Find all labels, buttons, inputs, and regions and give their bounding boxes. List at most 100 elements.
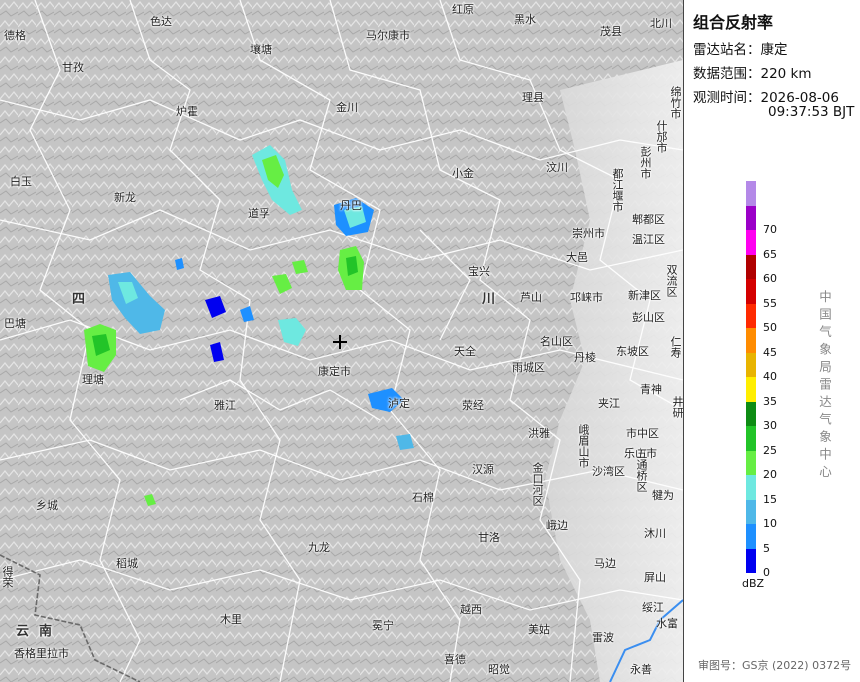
legend-swatch [746, 401, 756, 426]
info-panel: 组合反射率 雷达站名：康定 数据范围：220 km 观测时间：2026-08-0… [683, 0, 860, 682]
place-label: 峨眉山市 [577, 424, 590, 468]
place-label: 雷波 [592, 631, 614, 644]
place-label: 丹巴 [340, 199, 362, 212]
legend-tick: 45 [763, 345, 777, 359]
place-label: 木里 [220, 613, 242, 626]
place-label: 青神 [640, 383, 662, 396]
place-label: 巴塘 [4, 317, 26, 330]
place-label: 彭山区 [632, 311, 665, 324]
place-label: 双流区 [665, 264, 678, 297]
place-label: 沐川 [644, 527, 666, 540]
organization-label: 中国气象局雷达气象中心 [817, 290, 832, 483]
place-label: 九龙 [308, 541, 330, 554]
place-label: 康定市 [318, 365, 351, 378]
province-label: 云南 [16, 624, 63, 639]
legend-tick: 60 [763, 272, 777, 285]
legend-swatch [746, 205, 756, 230]
place-label: 邛崃市 [570, 291, 603, 304]
place-label: 天全 [454, 345, 476, 358]
place-label: 道孚 [248, 207, 270, 220]
radar-station-marker [333, 335, 347, 349]
place-label: 汶川 [546, 161, 568, 174]
place-label: 壤塘 [250, 43, 272, 56]
place-label: 犍为 [652, 489, 674, 502]
place-label: 金口河区 [531, 462, 544, 506]
place-label: 乡城 [36, 499, 58, 512]
legend-tick: 55 [763, 296, 777, 310]
legend-swatch [746, 450, 756, 475]
place-label: 小金 [452, 167, 474, 180]
legend-swatch [746, 254, 756, 279]
place-label: 绥江 [642, 601, 664, 614]
legend-unit: dBZ [742, 577, 765, 590]
place-label: 崇州市 [572, 227, 605, 240]
place-label: 得荣 [1, 566, 14, 588]
place-label: 理县 [522, 91, 544, 104]
station-value: 康定 [760, 42, 788, 58]
place-label: 美姑 [528, 623, 550, 636]
legend-tick: 25 [763, 443, 777, 457]
place-label: 五通桥区 [635, 448, 648, 492]
range-row: 数据范围：220 km [693, 62, 812, 82]
legend-tick: 5 [763, 541, 770, 555]
legend-tick: 30 [763, 419, 777, 432]
place-label: 北川 [650, 17, 672, 30]
legend-swatch [746, 230, 756, 255]
place-label: 甘洛 [478, 531, 500, 544]
place-label: 芦山 [520, 291, 542, 304]
place-label: 理塘 [82, 373, 104, 386]
legend-swatch [746, 279, 756, 304]
place-label: 炉霍 [176, 105, 198, 118]
place-label: 喜德 [444, 653, 466, 666]
place-label: 雅江 [214, 399, 236, 412]
place-label: 马尔康市 [366, 29, 410, 42]
legend-swatch [746, 328, 756, 353]
province-label: 川 [482, 292, 506, 307]
place-label: 泸定 [388, 397, 410, 410]
radar-map[interactable]: 德格 色达 红原 黑水 茂县 北川 甘孜 壤塘 马尔康市 炉霍 金川 理县 绵竹… [0, 0, 683, 682]
place-label: 香格里拉市 [14, 647, 69, 660]
place-label: 稻城 [116, 557, 138, 570]
place-label: 东坡区 [616, 345, 649, 358]
legend-swatch [746, 352, 756, 377]
legend-tick: 10 [763, 517, 777, 530]
legend-swatch [746, 303, 756, 328]
range-label: 数据范围： [693, 66, 761, 82]
place-label: 温江区 [632, 233, 665, 246]
place-label: 新龙 [114, 191, 136, 204]
place-label: 石棉 [412, 491, 434, 504]
legend-swatch [746, 524, 756, 549]
place-label: 冕宁 [372, 619, 394, 632]
legend-tick: 40 [763, 370, 777, 383]
time-row: 观测时间：2026-08-06 [693, 86, 839, 106]
legend-tick: 50 [763, 321, 777, 334]
place-label: 荥经 [462, 399, 484, 412]
place-label: 越西 [460, 603, 482, 616]
time-label: 观测时间： [693, 90, 761, 106]
place-label: 白玉 [10, 175, 32, 188]
place-label: 屏山 [644, 571, 666, 584]
legend-swatch [746, 181, 756, 206]
place-label: 什邡市 [655, 120, 668, 153]
legend-swatch [746, 475, 756, 500]
place-label: 新津区 [628, 289, 661, 302]
place-label: 井研 [671, 396, 683, 418]
province-label: 四 [72, 292, 96, 307]
place-label: 夹江 [598, 397, 620, 410]
review-number: 审图号：GS京 (2022) 0372号 [698, 659, 852, 672]
legend-tick: 35 [763, 394, 777, 408]
place-label: 昭觉 [488, 663, 510, 676]
legend-swatch [746, 548, 756, 573]
place-label: 彭州市 [639, 146, 652, 179]
legend-swatch [746, 499, 756, 524]
place-label: 大邑 [566, 251, 588, 264]
station-row: 雷达站名：康定 [693, 38, 788, 58]
place-label: 色达 [150, 15, 172, 28]
place-label: 沙湾区 [592, 465, 625, 478]
place-label: 雨城区 [512, 361, 545, 374]
place-label: 峨边 [546, 519, 568, 532]
time-clock: 09:37:53 BJT [768, 104, 855, 120]
place-label: 金川 [336, 101, 358, 114]
place-label: 茂县 [600, 25, 622, 38]
legend-tick: 20 [763, 468, 777, 481]
